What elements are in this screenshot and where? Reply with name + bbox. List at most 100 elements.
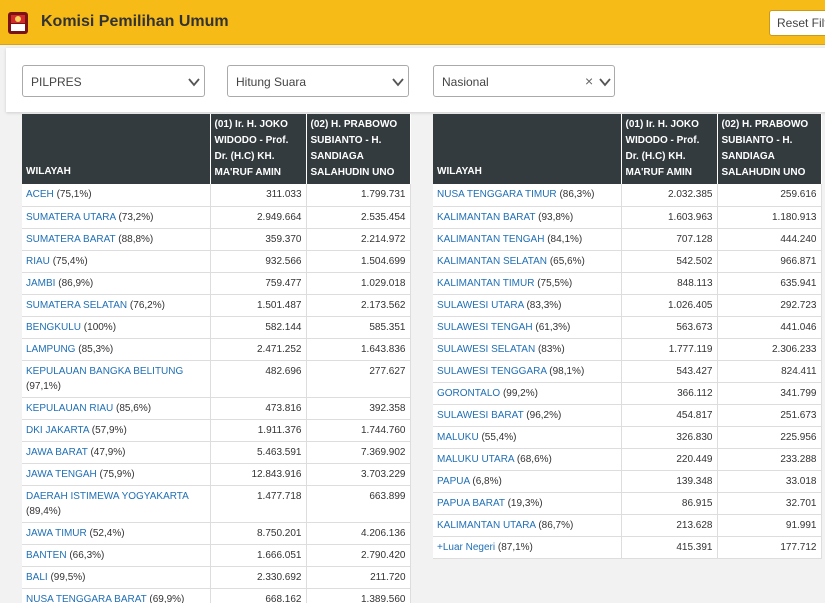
region-link[interactable]: PAPUA BARAT <box>437 498 505 509</box>
region-progress: (76,2%) <box>129 299 165 311</box>
table-row: KALIMANTAN SELATAN (65,6%) 542.502 966.871 <box>433 250 822 273</box>
region-link[interactable]: SULAWESI TENGGARA <box>437 366 546 377</box>
region-link[interactable]: SULAWESI TENGAH <box>437 322 533 333</box>
region-cell: JAWA TIMUR (52,4%) <box>22 522 211 545</box>
votes-candidate-02: 2.214.972 <box>306 228 411 251</box>
region-link[interactable]: KEPULAUAN RIAU <box>26 403 113 414</box>
region-link[interactable]: SUMATERA BARAT <box>26 234 115 245</box>
votes-candidate-01: 8.750.201 <box>210 522 307 545</box>
region-link[interactable]: MALUKU <box>437 432 479 443</box>
votes-candidate-01: 359.370 <box>210 228 307 251</box>
region-link[interactable]: JAWA TENGAH <box>26 469 97 480</box>
clear-icon[interactable]: × <box>585 73 593 89</box>
votes-candidate-02: 1.180.913 <box>717 206 822 229</box>
results-table-right: WILAYAH (01) Ir. H. JOKO WIDODO - Prof. … <box>433 114 822 559</box>
region-link[interactable]: BANTEN <box>26 550 67 561</box>
count-mode-select[interactable]: Hitung Suara <box>227 65 409 97</box>
chevron-down-icon <box>392 78 404 87</box>
region-progress: (57,9%) <box>91 424 127 436</box>
region-link[interactable]: KALIMANTAN BARAT <box>437 212 535 223</box>
region-link[interactable]: ACEH <box>26 189 54 200</box>
region-link[interactable]: NUSA TENGGARA BARAT <box>26 594 147 603</box>
region-progress: (55,4%) <box>481 431 517 443</box>
votes-candidate-01: 707.128 <box>621 228 718 251</box>
votes-candidate-01: 482.696 <box>210 360 307 398</box>
votes-candidate-02: 277.627 <box>306 360 411 398</box>
region-link[interactable]: +Luar Negeri <box>437 542 495 553</box>
region-link[interactable]: BALI <box>26 572 48 583</box>
region-link[interactable]: KEPULAUAN BANGKA BELITUNG <box>26 366 183 377</box>
votes-candidate-02: 2.306.233 <box>717 338 822 361</box>
votes-candidate-02: 251.673 <box>717 404 822 427</box>
votes-candidate-01: 848.113 <box>621 272 718 295</box>
region-link[interactable]: JAWA TIMUR <box>26 528 87 539</box>
table-row: KALIMANTAN BARAT (93,8%) 1.603.963 1.180.9… <box>433 206 822 229</box>
header-region[interactable]: WILAYAH <box>22 114 211 184</box>
header-candidate-02[interactable]: (02) H. PRABOWO SUBIANTO - H. SANDIAGA S… <box>717 114 822 184</box>
votes-candidate-01: 86.915 <box>621 492 718 515</box>
votes-candidate-01: 668.162 <box>210 588 307 603</box>
region-cell: KALIMANTAN UTARA (86,7%) <box>433 514 622 537</box>
region-link[interactable]: BENGKULU <box>26 322 81 333</box>
region-progress: (86,9%) <box>58 277 94 289</box>
region-link[interactable]: PAPUA <box>437 476 470 487</box>
region-progress: (52,4%) <box>89 527 125 539</box>
region-link[interactable]: KALIMANTAN UTARA <box>437 520 536 531</box>
results-table: WILAYAH (01) Ir. H. JOKO WIDODO - Prof. … <box>433 114 822 559</box>
votes-candidate-01: 1.477.718 <box>210 485 307 523</box>
header-candidate-02[interactable]: (02) H. PRABOWO SUBIANTO - H. SANDIAGA S… <box>306 114 411 184</box>
region-link[interactable]: KALIMANTAN TENGAH <box>437 234 544 245</box>
region-link[interactable]: SULAWESI BARAT <box>437 410 524 421</box>
region-link[interactable]: KALIMANTAN TIMUR <box>437 278 534 289</box>
votes-candidate-01: 473.816 <box>210 397 307 420</box>
table-row: JAWA TENGAH (75,9%) 12.843.916 3.703.229 <box>22 463 411 486</box>
region-cell: KALIMANTAN SELATAN (65,6%) <box>433 250 622 273</box>
reset-filter-button[interactable]: Reset Filter <box>769 10 825 36</box>
region-progress: (89,4%) <box>26 505 62 517</box>
chevron-down-icon <box>599 78 611 87</box>
region-link[interactable]: RIAU <box>26 256 50 267</box>
header-candidate-01[interactable]: (01) Ir. H. JOKO WIDODO - Prof. Dr. (H.C… <box>621 114 718 184</box>
votes-candidate-01: 582.144 <box>210 316 307 339</box>
votes-candidate-01: 759.477 <box>210 272 307 295</box>
header-candidate-01[interactable]: (01) Ir. H. JOKO WIDODO - Prof. Dr. (H.C… <box>210 114 307 184</box>
region-link[interactable]: MALUKU UTARA <box>437 454 514 465</box>
region-cell: DKI JAKARTA (57,9%) <box>22 419 211 442</box>
votes-candidate-02: 259.616 <box>717 184 822 207</box>
votes-candidate-01: 326.830 <box>621 426 718 449</box>
table-row: SULAWESI UTARA (83,3%) 1.026.405 292.723 <box>433 294 822 317</box>
table-row: KALIMANTAN TENGAH (84,1%) 707.128 444.240 <box>433 228 822 251</box>
table-row: SULAWESI TENGGARA (98,1%) 543.427 824.411 <box>433 360 822 383</box>
region-progress: (85,3%) <box>78 343 114 355</box>
region-link[interactable]: SULAWESI SELATAN <box>437 344 535 355</box>
region-progress: (100%) <box>83 321 117 333</box>
region-cell: PAPUA BARAT (19,3%) <box>433 492 622 515</box>
region-progress: (69,9%) <box>149 593 185 603</box>
region-link[interactable]: SUMATERA SELATAN <box>26 300 127 311</box>
region-progress: (99,2%) <box>502 387 538 399</box>
header-region[interactable]: WILAYAH <box>433 114 622 184</box>
region-cell: ACEH (75,1%) <box>22 184 211 207</box>
region-link[interactable]: DKI JAKARTA <box>26 425 89 436</box>
region-scope-select[interactable]: Nasional × <box>433 65 615 97</box>
votes-candidate-02: 1.744.760 <box>306 419 411 442</box>
votes-candidate-01: 1.026.405 <box>621 294 718 317</box>
region-link[interactable]: KALIMANTAN SELATAN <box>437 256 547 267</box>
region-link[interactable]: DAERAH ISTIMEWA YOGYAKARTA <box>26 491 189 502</box>
region-link[interactable]: SUMATERA UTARA <box>26 212 116 223</box>
region-link[interactable]: NUSA TENGGARA TIMUR <box>437 189 557 200</box>
table-row: SULAWESI SELATAN (83%) 1.777.119 2.306.233 <box>433 338 822 361</box>
votes-candidate-02: 233.288 <box>717 448 822 471</box>
region-link[interactable]: SULAWESI UTARA <box>437 300 524 311</box>
table-row: SUMATERA BARAT (88,8%) 359.370 2.214.972 <box>22 228 411 251</box>
filter-panel: PILPRES Hitung Suara Nasional × <box>6 48 825 112</box>
region-link[interactable]: GORONTALO <box>437 388 500 399</box>
election-type-select[interactable]: PILPRES <box>22 65 205 97</box>
app-title: Komisi Pemilihan Umum <box>41 13 229 30</box>
region-cell: DAERAH ISTIMEWA YOGYAKARTA (89,4%) <box>22 485 211 523</box>
votes-candidate-02: 1.029.018 <box>306 272 411 295</box>
region-link[interactable]: JAMBI <box>26 278 55 289</box>
region-link[interactable]: LAMPUNG <box>26 344 75 355</box>
table-row: ACEH (75,1%) 311.033 1.799.731 <box>22 184 411 207</box>
region-link[interactable]: JAWA BARAT <box>26 447 88 458</box>
